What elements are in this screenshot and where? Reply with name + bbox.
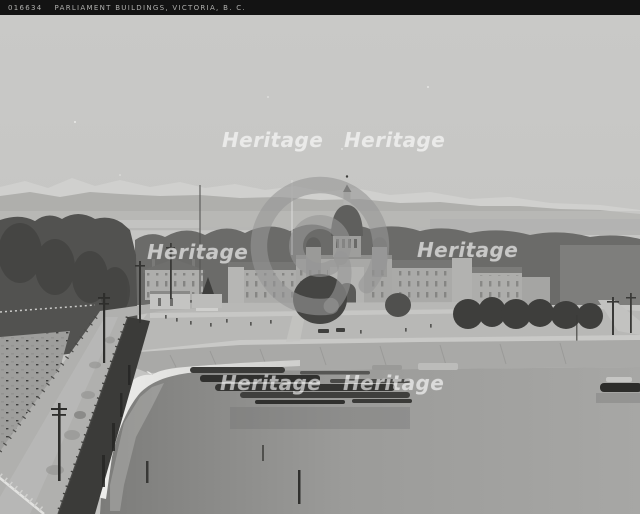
boat-reflections	[230, 407, 410, 429]
photo-title: PARLIAMENT BUILDINGS, VICTORIA, B. C.	[54, 3, 246, 12]
caption-bar: 016634 PARLIAMENT BUILDINGS, VICTORIA, B…	[0, 0, 640, 15]
catalog-number: 016634	[8, 3, 43, 12]
heritage-photo-page: 016634 PARLIAMENT BUILDINGS, VICTORIA, B…	[0, 0, 640, 514]
photograph	[0, 15, 640, 514]
small-buildings	[150, 291, 222, 311]
